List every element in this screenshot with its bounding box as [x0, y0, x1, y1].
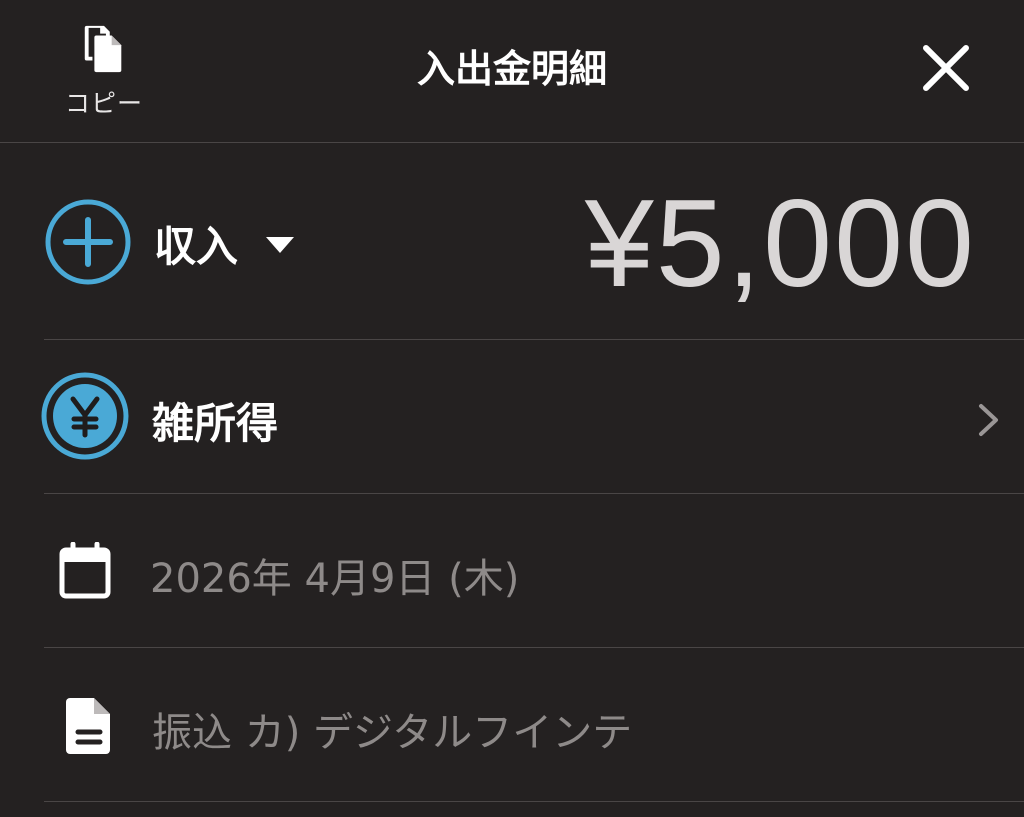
plus-circle-icon	[45, 199, 131, 285]
amount-value[interactable]: ¥5,000	[585, 173, 976, 315]
date-row[interactable]: 2026年 4月9日 (木)	[44, 494, 1024, 648]
memo-row[interactable]: 振込 カ) デジタルフインテ	[44, 648, 1024, 802]
chevron-right-icon	[979, 404, 998, 436]
calendar-icon	[59, 542, 111, 599]
transaction-type-row: 収入 ¥5,000	[44, 143, 1024, 340]
transaction-detail-screen: コピー 入出金明細 収入 ¥5,000 雑所得 2026年 4月9日 (木) 振…	[0, 0, 1024, 817]
close-button[interactable]	[916, 38, 976, 98]
copy-icon	[84, 25, 122, 73]
page-title: 入出金明細	[416, 47, 607, 91]
document-icon	[66, 698, 110, 754]
memo-value: 振込 カ) デジタルフインテ	[152, 710, 633, 756]
category-row[interactable]: 雑所得	[41, 340, 1024, 494]
copy-button[interactable]: コピー	[58, 24, 150, 120]
transaction-type-label[interactable]: 収入	[154, 213, 238, 274]
header-bar: コピー 入出金明細	[0, 0, 1024, 143]
caret-down-icon[interactable]	[260, 229, 300, 259]
date-value: 2026年 4月9日 (木)	[150, 556, 520, 602]
yen-coin-icon	[41, 372, 129, 460]
copy-label: コピー	[64, 89, 143, 118]
category-label: 雑所得	[152, 399, 279, 448]
close-icon	[923, 45, 969, 91]
